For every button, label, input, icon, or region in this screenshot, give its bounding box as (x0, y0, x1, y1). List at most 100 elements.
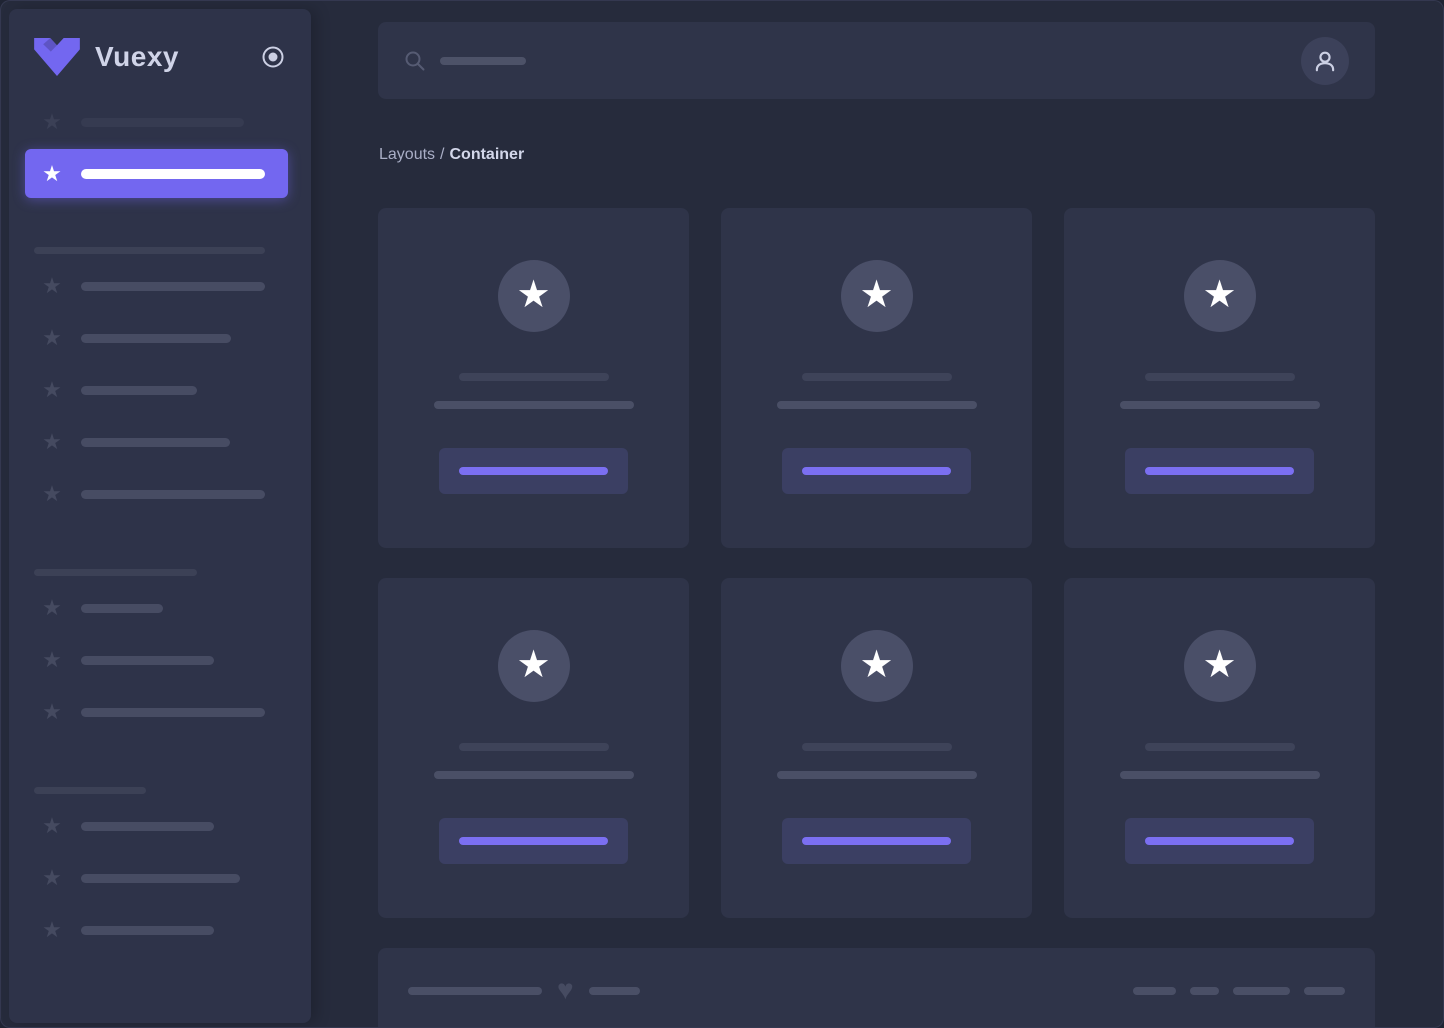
star-icon: ★ (42, 699, 62, 724)
card-button[interactable] (439, 818, 628, 864)
sidebar-section-header-skeleton (34, 787, 146, 794)
footer-link-skeleton (1233, 987, 1290, 995)
star-icon: ★ (859, 644, 894, 686)
star-avatar: ★ (1183, 260, 1256, 332)
sidebar-item-label-skeleton (81, 655, 214, 665)
footer-links (1133, 987, 1345, 995)
star-icon: ★ (1202, 644, 1237, 686)
sidebar-item-label-skeleton (81, 333, 231, 343)
sidebar-section-header-skeleton (34, 247, 265, 254)
card-button-label-skeleton (459, 467, 608, 475)
search-input[interactable] (404, 50, 1301, 72)
card-button[interactable] (1125, 818, 1314, 864)
top-navbar (378, 22, 1375, 99)
star-icon: ★ (42, 647, 62, 672)
footer-left: ♥ (408, 976, 640, 1005)
sidebar-item-active[interactable]: ★ (25, 149, 288, 198)
sidebar-item-label-skeleton (81, 821, 214, 831)
breadcrumb-separator: / (440, 146, 445, 163)
brand-name: Vuexy (95, 41, 179, 72)
sidebar-item-label-skeleton (81, 281, 265, 291)
star-icon: ★ (859, 274, 894, 316)
star-icon: ★ (42, 813, 62, 838)
card-button[interactable] (782, 818, 971, 864)
card-title-skeleton (801, 373, 952, 381)
card-subtitle-skeleton (1119, 401, 1320, 409)
sidebar-item[interactable]: ★ (40, 813, 311, 838)
sidebar: Vuexy ★ ★ ★ ★ ★ ★ ★ ★ ★ ★ ★ ★ ★ (9, 9, 311, 1023)
sidebar-item[interactable]: ★ (40, 377, 311, 402)
star-icon: ★ (516, 274, 551, 316)
card-title-skeleton (1144, 743, 1295, 751)
card-title-skeleton (458, 743, 609, 751)
sidebar-item[interactable]: ★ (40, 699, 311, 724)
sidebar-item[interactable]: ★ (40, 481, 311, 506)
sidebar-section-header-skeleton (34, 569, 197, 576)
footer: ♥ (378, 948, 1375, 1027)
sidebar-item-label-skeleton (81, 925, 214, 935)
sidebar-item[interactable]: ★ (40, 109, 311, 134)
star-icon: ★ (42, 429, 62, 454)
card: ★ (1064, 208, 1375, 548)
sidebar-item[interactable]: ★ (40, 595, 311, 620)
sidebar-item-label-skeleton (81, 603, 163, 613)
brand-row: Vuexy (9, 9, 311, 105)
star-icon: ★ (42, 595, 62, 620)
app-window: Vuexy ★ ★ ★ ★ ★ ★ ★ ★ ★ ★ ★ ★ ★ Layouts … (0, 0, 1444, 1028)
card-button-label-skeleton (1145, 837, 1294, 845)
sidebar-item[interactable]: ★ (40, 917, 311, 942)
star-icon: ★ (42, 377, 62, 402)
card-button-label-skeleton (802, 837, 951, 845)
card-button[interactable] (782, 448, 971, 494)
breadcrumb: Layouts / Container (379, 146, 1375, 164)
card-button-label-skeleton (802, 467, 951, 475)
star-icon: ★ (516, 644, 551, 686)
card-button[interactable] (439, 448, 628, 494)
star-avatar: ★ (497, 260, 570, 332)
star-icon: ★ (42, 273, 62, 298)
star-avatar: ★ (840, 260, 913, 332)
sidebar-item[interactable]: ★ (40, 325, 311, 350)
main-content: Layouts / Container ★ ★ ★ ★ ★ ★ ♥ (311, 1, 1443, 1027)
sidebar-item-label-skeleton (81, 707, 265, 717)
star-icon: ★ (42, 481, 62, 506)
card: ★ (721, 208, 1032, 548)
search-icon (405, 51, 425, 70)
sidebar-item[interactable]: ★ (40, 273, 311, 298)
sidebar-item-label-skeleton (81, 385, 197, 395)
card-subtitle-skeleton (776, 401, 977, 409)
breadcrumb-parent[interactable]: Layouts (379, 146, 435, 163)
person-icon (1315, 51, 1335, 71)
vuexy-logo-icon (34, 37, 80, 77)
card: ★ (378, 578, 689, 918)
star-icon: ★ (42, 109, 62, 134)
footer-link-skeleton (1190, 987, 1219, 995)
search-placeholder-skeleton (440, 56, 526, 65)
star-icon: ★ (42, 325, 62, 350)
card-button-label-skeleton (459, 837, 608, 845)
sidebar-item-label-skeleton (81, 437, 230, 447)
collapse-toggle-icon[interactable] (261, 45, 285, 69)
card: ★ (378, 208, 689, 548)
card-subtitle-skeleton (433, 771, 634, 779)
footer-link-skeleton (1133, 987, 1176, 995)
sidebar-item[interactable]: ★ (40, 429, 311, 454)
user-avatar[interactable] (1301, 36, 1349, 85)
star-icon: ★ (42, 160, 62, 186)
card-title-skeleton (801, 743, 952, 751)
card-title-skeleton (1144, 373, 1295, 381)
star-icon: ★ (42, 917, 62, 942)
sidebar-item[interactable]: ★ (40, 647, 311, 672)
sidebar-item[interactable]: ★ (40, 867, 311, 889)
star-avatar: ★ (497, 630, 570, 702)
card-button[interactable] (1125, 448, 1314, 494)
footer-text-skeleton (408, 987, 542, 995)
card-subtitle-skeleton (776, 771, 977, 779)
card-subtitle-skeleton (1119, 771, 1320, 779)
sidebar-item-label-skeleton (81, 489, 265, 499)
star-avatar: ★ (1183, 630, 1256, 702)
card: ★ (721, 578, 1032, 918)
footer-text-skeleton (588, 987, 640, 995)
card-button-label-skeleton (1145, 467, 1294, 475)
star-avatar: ★ (840, 630, 913, 702)
